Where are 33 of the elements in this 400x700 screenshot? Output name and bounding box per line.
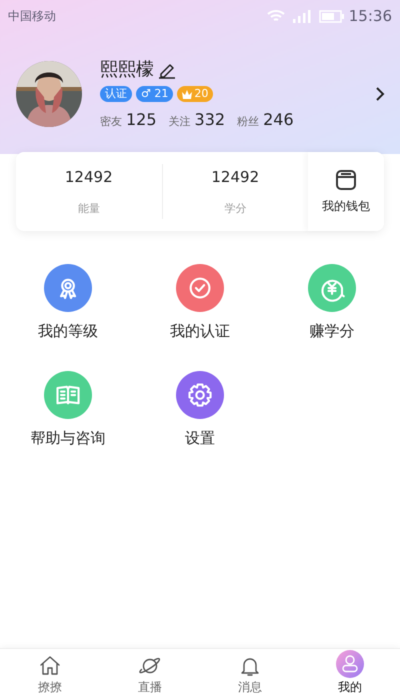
user-name: 熙熙檬: [100, 58, 154, 82]
profile-badge: 认证: [100, 86, 132, 102]
summary-value: 12492: [211, 167, 260, 188]
clock-time: 15:36: [348, 6, 392, 27]
stat-label: 粉丝: [237, 114, 260, 130]
battery-icon: [318, 10, 345, 22]
stat-label: 密友: [100, 114, 122, 130]
wallet-icon: [335, 168, 357, 190]
signal-icon: [292, 9, 311, 23]
summary-label: 能量: [78, 200, 100, 216]
wallet-button[interactable]: 我的钱包: [308, 152, 384, 231]
stat-value: 332: [194, 109, 226, 131]
summary-label: 学分: [224, 200, 246, 216]
wifi-icon: [266, 9, 285, 23]
tab-item[interactable]: 直播: [100, 654, 200, 696]
tab-item[interactable]: 消息: [200, 654, 300, 696]
tab-item[interactable]: 我的: [300, 650, 400, 696]
summary-value: 12492: [64, 167, 113, 188]
menu-item[interactable]: 我的等级: [2, 264, 134, 342]
menu-item[interactable]: 设置: [134, 370, 266, 449]
stat-value: 125: [126, 109, 157, 131]
tab-item[interactable]: 撩撩: [0, 654, 100, 696]
menu-item[interactable]: 我的认证: [134, 264, 266, 342]
menu-item[interactable]: 帮助与咨询: [2, 370, 134, 449]
carrier-name: 中国移动: [8, 8, 56, 25]
profile-badge: 20: [177, 86, 214, 102]
user-icon: [336, 650, 364, 678]
chevron-right-icon[interactable]: [374, 86, 386, 102]
stat-value: 246: [263, 109, 294, 131]
menu-item[interactable]: 赚学分: [266, 264, 398, 342]
crown-icon: [182, 90, 192, 98]
stat-label: 关注: [168, 114, 191, 130]
profile-badge: ♂ 21: [136, 86, 174, 102]
